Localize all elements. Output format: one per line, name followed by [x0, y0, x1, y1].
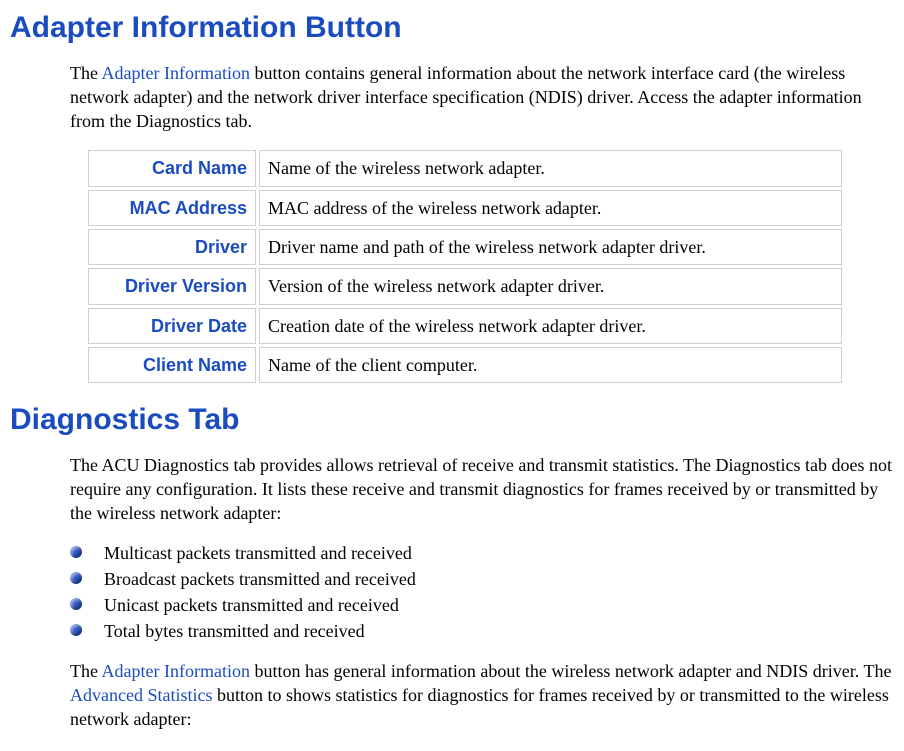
table-row: Driver Version Version of the wireless n… — [88, 268, 842, 304]
text: The — [70, 63, 102, 83]
table-row: Card Name Name of the wireless network a… — [88, 150, 842, 186]
adapter-info-intro: The Adapter Information button contains … — [70, 61, 894, 134]
heading-diagnostics-tab: Diagnostics Tab — [10, 400, 894, 441]
table-label: Driver Date — [88, 308, 256, 344]
table-desc: Version of the wireless network adapter … — [259, 268, 842, 304]
heading-adapter-info: Adapter Information Button — [10, 8, 894, 49]
list-item-text: Multicast packets transmitted and receiv… — [104, 543, 412, 563]
list-item: Multicast packets transmitted and receiv… — [70, 540, 894, 566]
table-label: Client Name — [88, 347, 256, 383]
table-desc: Creation date of the wireless network ad… — [259, 308, 842, 344]
diagnostics-intro: The ACU Diagnostics tab provides allows … — [70, 453, 894, 526]
table-desc: Name of the wireless network adapter. — [259, 150, 842, 186]
list-item-text: Unicast packets transmitted and received — [104, 595, 399, 615]
list-item: Total bytes transmitted and received — [70, 618, 894, 644]
adapter-info-table: Card Name Name of the wireless network a… — [85, 147, 845, 386]
table-label: MAC Address — [88, 190, 256, 226]
diagnostics-outro: The Adapter Information button has gener… — [70, 659, 894, 732]
text: The — [70, 661, 102, 681]
list-item-text: Broadcast packets transmitted and receiv… — [104, 569, 416, 589]
bullet-icon — [70, 572, 82, 584]
table-desc: Name of the client computer. — [259, 347, 842, 383]
list-item: Unicast packets transmitted and received — [70, 592, 894, 618]
table-row: MAC Address MAC address of the wireless … — [88, 190, 842, 226]
table-row: Client Name Name of the client computer. — [88, 347, 842, 383]
diagnostics-bullet-list: Multicast packets transmitted and receiv… — [70, 540, 894, 645]
table-desc: MAC address of the wireless network adap… — [259, 190, 842, 226]
table-label: Card Name — [88, 150, 256, 186]
table-desc: Driver name and path of the wireless net… — [259, 229, 842, 265]
bullet-icon — [70, 598, 82, 610]
bullet-icon — [70, 624, 82, 636]
table-label: Driver Version — [88, 268, 256, 304]
table-row: Driver Date Creation date of the wireles… — [88, 308, 842, 344]
table-row: Driver Driver name and path of the wirel… — [88, 229, 842, 265]
bullet-icon — [70, 546, 82, 558]
adapter-information-link[interactable]: Adapter Information — [102, 63, 250, 83]
table-label: Driver — [88, 229, 256, 265]
text: button has general information about the… — [250, 661, 892, 681]
advanced-statistics-link[interactable]: Advanced Statistics — [70, 685, 212, 705]
list-item: Broadcast packets transmitted and receiv… — [70, 566, 894, 592]
adapter-information-link[interactable]: Adapter Information — [102, 661, 250, 681]
list-item-text: Total bytes transmitted and received — [104, 621, 365, 641]
